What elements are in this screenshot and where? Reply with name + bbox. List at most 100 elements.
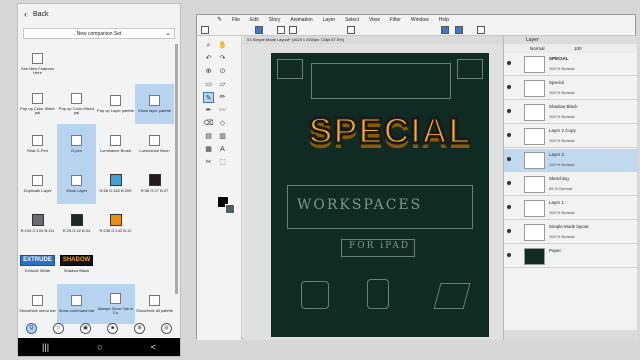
companion-item-luminance-brush[interactable]: Luminance Brush [96,124,135,164]
layer-palette-icon[interactable] [455,26,463,34]
menu-help[interactable]: Help [439,17,449,23]
eye-icon[interactable] [507,133,511,137]
layer-row[interactable]: Layer 1 100 % Normal [504,197,638,220]
mode-icon[interactable]: Q [26,322,37,334]
eye-icon[interactable] [507,157,511,161]
tool-icon[interactable]: ⌫ [203,118,214,129]
companion-item-show-layer-palette[interactable]: Show layer palette [135,84,174,124]
companion-icon[interactable] [255,26,263,34]
tool-icon[interactable]: ▤ [203,131,214,142]
recent-apps-button[interactable]: ||| [42,342,49,352]
companion-item-duplicate-layer[interactable]: Duplicate Layer [18,164,57,204]
layer-row[interactable]: Layer 2 Copy 100 % Normal [504,125,638,148]
menu-edit[interactable]: Edit [250,17,259,23]
settings-icon[interactable] [477,26,485,34]
tool-icon[interactable]: ▦ [203,144,214,155]
opacity-value[interactable]: 100 [574,44,582,53]
tool-icon[interactable]: ▭ [203,79,214,90]
menu-file[interactable]: File [232,17,240,23]
tool-icon[interactable]: ✋ [217,40,228,51]
companion-item-luminance-neon[interactable]: Luminance Neon [135,124,174,164]
menu-window[interactable]: Window [411,17,429,23]
mode-icon[interactable]: ▣ [80,322,91,334]
eye-icon[interactable] [507,61,511,65]
menu-layer[interactable]: Layer [323,17,336,23]
document-tab[interactable]: 01 Simple Mode Layout* (1620 x 2000px 72… [243,36,503,44]
menu-bar: ✎ File Edit Story Animation Layer Select… [197,15,635,24]
companion-item-show-layer[interactable]: Show Layer [57,164,96,204]
eye-icon[interactable] [507,229,511,233]
back-arrow-icon[interactable]: ‹ [24,9,27,19]
tool-icon[interactable]: ✎ [203,92,214,103]
companion-item-pop-up-layer-palette[interactable]: Pop up Layer palette [96,84,135,124]
redo-icon[interactable] [289,26,297,34]
tool-icon[interactable]: ⊙ [217,66,228,77]
companion-item-real-g-pen[interactable]: Real G-Pen [18,124,57,164]
companion-item-r-105-g-109-b-111[interactable]: R:105 G:109 B:111 [18,204,57,244]
companion-item-pop-up-color-mixed-pal[interactable]: Pop up Color Mixed pal [57,84,96,124]
companion-item-shadow-black[interactable]: SHADOW Shadow Black [57,244,96,284]
layer-row[interactable]: Layer 2 100 % Normal [504,149,638,172]
menu-select[interactable]: Select [345,17,359,23]
menu-animation[interactable]: Animation [290,17,312,23]
tool-icon[interactable]: ⬚ [217,157,228,168]
command-icon [71,134,82,146]
tool-icon[interactable]: ▥ [217,131,228,142]
companion-item-pop-up-color-slider-pal[interactable]: Pop up Color Slider pal [18,84,57,124]
save-icon[interactable] [347,26,355,34]
companion-item-extrude-white[interactable]: EXTRUDE Extrude White [18,244,57,284]
layer-row[interactable]: Simple Mode layout 100 % Normal [504,221,638,244]
companion-item-r-236-g-142-b-12[interactable]: R:236 G:142 B:12 [96,204,135,244]
scrollbar[interactable] [175,44,178,294]
show-palette-icon[interactable] [441,26,449,34]
tool-icon[interactable]: ✂ [203,157,214,168]
back-nav-button[interactable]: < [151,342,156,352]
companion-item-g-pen[interactable]: G-pen [57,124,96,164]
companion-item-r-36-g-27-b-27[interactable]: R:36 G:27 B:27 [135,164,174,204]
sub-color-swatch[interactable] [225,204,235,214]
layer-blend: 100 % Normal [549,138,575,143]
undo-icon[interactable] [277,26,285,34]
tool-icon[interactable]: A [217,144,228,155]
menu-view[interactable]: View [369,17,380,23]
layer-row[interactable]: SPECIAL 100 % Normal [504,53,638,76]
tool-icon[interactable]: ✒ [203,105,214,116]
layer-row[interactable]: Special 100 % Normal [504,77,638,100]
canvas-area[interactable]: SPECIAL WORKSPACES FOR iPAD [243,44,503,340]
companion-item-r-66-g-162-b-205[interactable]: R:66 G:162 B:205 [96,164,135,204]
tool-icon[interactable]: 〰 [217,105,228,116]
tool-icon[interactable]: ↷ [217,53,228,64]
tool-icon[interactable]: ↶ [203,53,214,64]
companion-item-label: Pop up Color Slider pal [20,105,55,115]
app-logo-icon[interactable]: ✎ [217,16,222,23]
layer-row[interactable]: Sketching 85 % Normal [504,173,638,196]
canvas[interactable]: SPECIAL WORKSPACES FOR iPAD [271,53,489,337]
eye-icon[interactable] [507,205,511,209]
layer-row[interactable]: Paper [504,245,638,268]
tool-icon[interactable]: ◇ [217,118,228,129]
companion-item-r-25-g-42-b-34[interactable]: R:25 G:42 B:34 [57,204,96,244]
layer-row[interactable]: Shadow Black 100 % Normal [504,101,638,124]
menu-filter[interactable]: Filter [390,17,401,23]
home-button[interactable]: ○ [97,342,102,352]
companion-item-see-new-features-here[interactable]: See New Features Here [18,44,57,84]
mode-icon[interactable]: ⊞ [134,322,145,334]
eye-icon[interactable] [507,109,511,113]
tool-icon[interactable]: ⌕ [203,40,214,51]
companion-phone: ‹ Back New companion Set ⌄ See New Featu… [17,3,181,357]
mode-icon[interactable]: □ [53,322,64,334]
layer-name: Layer 1 [549,200,565,205]
menu-story[interactable]: Story [269,17,281,23]
set-select[interactable]: New companion Set ⌄ [23,28,175,39]
home-icon[interactable] [201,26,209,34]
tool-icon[interactable]: ⊕ [203,66,214,77]
back-button[interactable]: Back [33,11,49,18]
eye-icon[interactable] [507,181,511,185]
eye-icon[interactable] [507,253,511,257]
eye-icon[interactable] [507,85,511,89]
tool-icon[interactable]: ✏ [217,92,228,103]
tool-icon[interactable]: ▱ [217,79,228,90]
blend-mode-select[interactable]: Normal 100 [504,44,637,53]
mode-icon[interactable]: ■ [107,322,118,334]
mode-icon[interactable]: ⊟ [161,322,172,334]
